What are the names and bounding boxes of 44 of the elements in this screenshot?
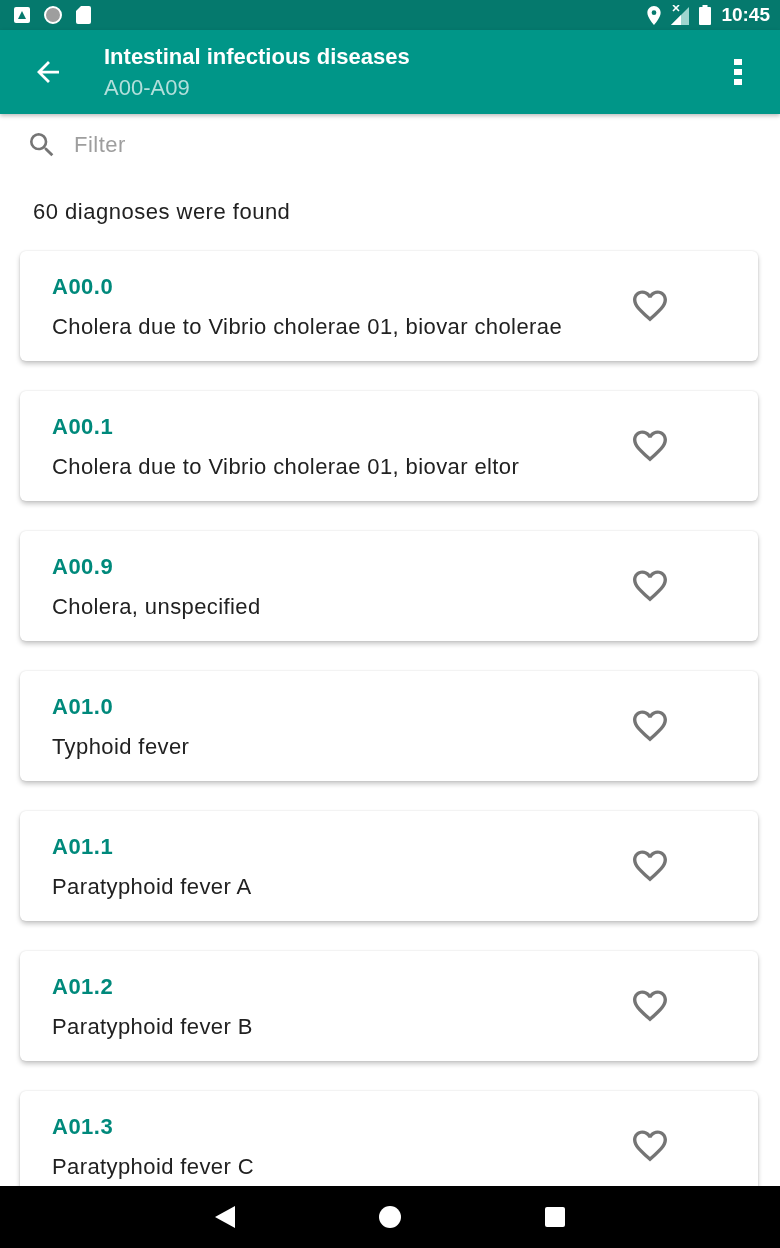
diagnosis-card[interactable]: A01.3 Paratyphoid fever C	[20, 1091, 758, 1186]
diagnosis-code: A00.1	[52, 414, 114, 440]
heart-icon[interactable]	[633, 990, 667, 1022]
result-count: 60 diagnoses were found	[33, 199, 291, 225]
diagnosis-name: Paratyphoid fever A	[52, 875, 252, 899]
heart-icon[interactable]	[633, 290, 667, 322]
more-menu-icon[interactable]	[734, 59, 742, 85]
back-icon[interactable]	[215, 1206, 235, 1228]
diagnosis-code: A01.1	[52, 834, 114, 860]
diagnosis-name: Cholera due to Vibrio cholerae 01, biovar cholerae	[52, 315, 562, 339]
battery-icon	[699, 5, 712, 25]
location-pin-icon	[647, 5, 662, 25]
heart-icon[interactable]	[633, 570, 667, 602]
heart-icon[interactable]	[633, 430, 667, 462]
circle-icon	[44, 6, 62, 24]
diagnosis-code: A01.2	[52, 974, 114, 1000]
search-icon	[30, 133, 54, 157]
diagnosis-card[interactable]: A00.9 Cholera, unspecified	[20, 531, 758, 641]
tile-icon	[14, 7, 30, 23]
filter-field[interactable]: Filter	[74, 130, 374, 160]
diagnosis-code: A01.0	[52, 694, 114, 720]
diagnosis-name: Cholera, unspecified	[52, 595, 261, 619]
clock-time: 10:45	[721, 4, 770, 26]
diagnosis-code: A00.0	[52, 274, 114, 300]
signal-icon	[671, 5, 690, 25]
heart-icon[interactable]	[633, 850, 667, 882]
back-arrow-icon[interactable]	[36, 61, 60, 83]
diagnosis-card[interactable]: A01.1 Paratyphoid fever A	[20, 811, 758, 921]
diagnosis-name: Paratyphoid fever B	[52, 1015, 253, 1039]
diagnosis-name: Paratyphoid fever C	[52, 1155, 255, 1179]
diagnosis-card[interactable]: A00.0 Cholera due to Vibrio cholerae 01, biovar cholerae	[20, 251, 758, 361]
diagnosis-name: Cholera due to Vibrio cholerae 01, biovar eltor	[52, 455, 520, 479]
home-icon[interactable]	[379, 1206, 401, 1228]
screen-title: Intestinal infectious diseases	[104, 44, 410, 70]
diagnosis-name: Typhoid fever	[52, 735, 190, 759]
heart-icon[interactable]	[633, 1130, 667, 1162]
sd-card-icon	[76, 6, 91, 24]
diagnosis-code: A00.9	[52, 554, 114, 580]
diagnosis-card[interactable]: A01.2 Paratyphoid fever B	[20, 951, 758, 1061]
diagnosis-card[interactable]: A00.1 Cholera due to Vibrio cholerae 01, biovar eltor	[20, 391, 758, 501]
diagnosis-card[interactable]: A01.0 Typhoid fever	[20, 671, 758, 781]
heart-icon[interactable]	[633, 710, 667, 742]
screen-subtitle: A00-A09	[104, 75, 190, 100]
diagnosis-code: A01.3	[52, 1114, 114, 1140]
